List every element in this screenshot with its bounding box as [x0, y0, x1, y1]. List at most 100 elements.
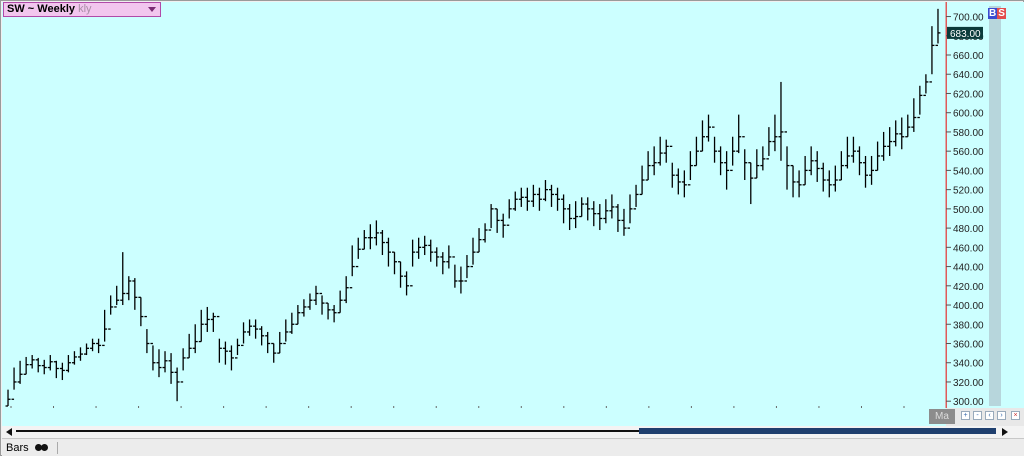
ohlc-bar	[875, 141, 881, 172]
current-month-tab[interactable]: Ma	[929, 409, 955, 424]
ohlc-bar	[96, 338, 102, 354]
ohlc-bar	[204, 306, 210, 332]
ohlc-bar	[549, 184, 555, 207]
y-tick-label: 660.00	[953, 51, 984, 62]
ohlc-bar	[452, 256, 458, 288]
ohlc-bar	[621, 208, 627, 236]
sell-badge[interactable]: S	[997, 8, 1006, 19]
ohlc-bar	[808, 146, 814, 176]
y-tick-label: 300.00	[953, 397, 984, 408]
bars-tab[interactable]: Bars	[6, 441, 58, 455]
ohlc-bar	[343, 276, 349, 304]
ohlc-bar	[736, 114, 742, 154]
ohlc-bar	[440, 252, 446, 275]
y-tick-label: 500.00	[953, 205, 984, 216]
buy-badge[interactable]: B	[988, 8, 998, 19]
ohlc-bar	[869, 155, 875, 185]
ohlc-bar	[893, 120, 899, 147]
ohlc-bar	[247, 319, 253, 336]
ohlc-bar	[11, 367, 17, 400]
ohlc-bar	[923, 74, 929, 97]
ohlc-bar	[693, 136, 699, 167]
ohlc-bar	[277, 331, 283, 354]
horizontal-scrollbar[interactable]	[2, 426, 1024, 438]
ohlc-bar	[518, 187, 524, 207]
zoom-out-icon[interactable]: -	[973, 411, 982, 420]
ohlc-bar	[536, 187, 542, 211]
ohlc-bar	[398, 261, 404, 288]
ohlc-bar	[844, 136, 850, 169]
ohlc-bar	[814, 151, 820, 182]
ohlc-bar	[404, 271, 410, 296]
ohlc-bar	[5, 389, 11, 407]
divider	[56, 442, 58, 455]
buy-sell-badge[interactable]: BS	[988, 8, 1006, 19]
ohlc-bar	[150, 342, 156, 371]
ohlc-bar	[530, 184, 536, 207]
zoom-in-icon[interactable]: +	[961, 411, 970, 420]
y-tick-label: 440.00	[953, 263, 984, 274]
ohlc-bar	[144, 315, 150, 354]
ohlc-bar	[313, 285, 319, 306]
ohlc-bar	[657, 136, 663, 166]
ohlc-bar	[349, 245, 355, 289]
ohlc-bar	[790, 164, 796, 198]
ohlc-bar	[464, 255, 470, 282]
ohlc-bar	[77, 347, 83, 361]
ohlc-bar	[651, 146, 657, 176]
ohlc-bar	[917, 85, 923, 119]
ohlc-bar	[174, 367, 180, 402]
ohlc-bar	[639, 165, 645, 196]
y-tick-label: 460.00	[953, 243, 984, 254]
scroll-right-icon[interactable]	[1002, 428, 1008, 436]
ohlc-bar	[524, 187, 530, 211]
ohlc-bar	[597, 204, 603, 231]
scroll-thumb[interactable]	[639, 428, 996, 434]
ohlc-bar	[385, 237, 391, 267]
ohlc-bar	[645, 151, 651, 181]
bars-tab-label: Bars	[6, 442, 29, 454]
y-tick-label: 400.00	[953, 301, 984, 312]
ohlc-bar	[434, 247, 440, 267]
ohlc-bar	[241, 322, 247, 347]
y-tick-label: 540.00	[953, 166, 984, 177]
ohlc-bar	[730, 136, 736, 172]
dropdown-caret-icon[interactable]	[148, 7, 156, 12]
scroll-left-icon[interactable]	[6, 428, 12, 436]
y-tick-label: 700.00	[953, 13, 984, 24]
y-tick-label: 360.00	[953, 339, 984, 350]
ohlc-bar	[766, 127, 772, 160]
ohlc-bar	[283, 319, 289, 345]
symbol-selector[interactable]: SW ~ Weekly kly	[3, 2, 161, 17]
ohlc-bar	[29, 355, 35, 369]
ohlc-bar	[935, 8, 941, 47]
time-axis	[2, 408, 946, 426]
ohlc-bar	[724, 151, 730, 190]
ohlc-bar	[126, 276, 132, 301]
ohlc-bar	[120, 252, 126, 306]
ohlc-bar	[512, 191, 518, 211]
ohlc-bar	[198, 309, 204, 343]
compress-icon[interactable]: ‹	[985, 411, 994, 420]
ohlc-bar	[899, 117, 905, 150]
reset-icon[interactable]: ×	[1011, 411, 1020, 420]
ohlc-bar	[84, 343, 90, 356]
ohlc-bar	[35, 357, 41, 373]
ohlc-bar	[90, 338, 96, 352]
period-label: Weekly	[37, 3, 76, 15]
ohlc-bar	[319, 292, 325, 315]
ghost-text: kly	[78, 3, 92, 15]
ohlc-bar	[114, 285, 120, 308]
ohlc-bar	[796, 170, 802, 198]
ohlc-bar	[47, 355, 53, 371]
ohlc-bar	[470, 237, 476, 268]
ohlc-bar	[132, 278, 138, 310]
ohlc-bar	[379, 230, 385, 256]
ohlc-bar	[856, 146, 862, 176]
y-tick-label: 560.00	[953, 147, 984, 158]
ohlc-bar	[186, 333, 192, 359]
ohlc-bar	[428, 239, 434, 262]
expand-icon[interactable]: ›	[997, 411, 1006, 420]
ohlc-bar	[410, 239, 416, 287]
ohlc-bar	[820, 162, 826, 192]
